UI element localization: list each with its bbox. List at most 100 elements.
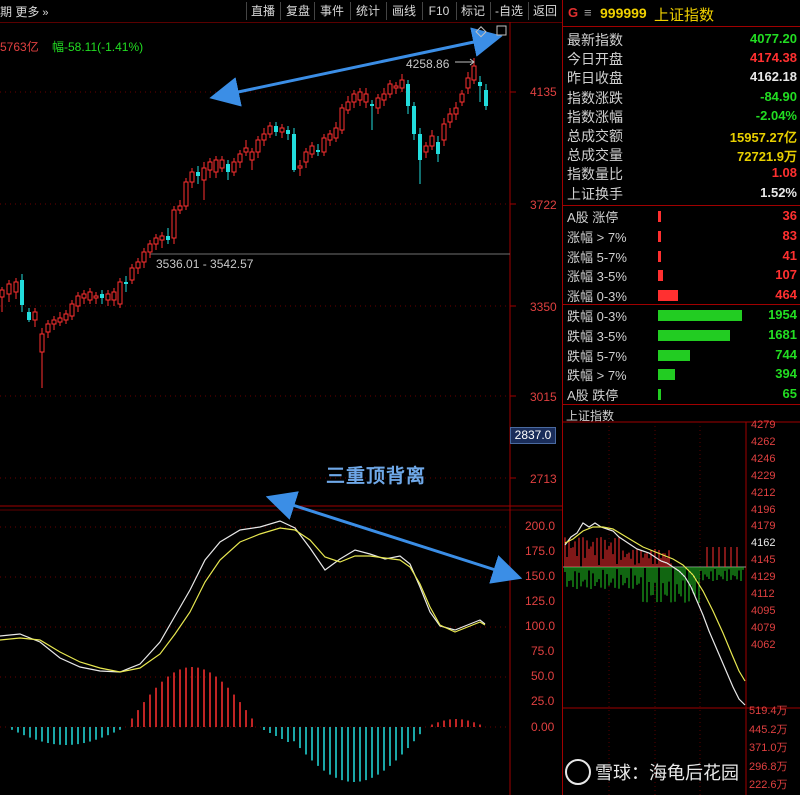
watermark-text: 雪球：海龟后花园 [595,763,739,783]
breadth-count: 1954 [768,307,797,322]
remove-watchlist-button[interactable]: -自选 [490,2,527,20]
volume-axis-label: 519.4万 [749,705,788,717]
divergence-label: 三重顶背离 [326,466,427,487]
panel-header: G ≡ 999999 上证指数 [563,0,800,27]
breadth-bar [658,290,679,302]
intraday-axis-label: 4246 [751,452,776,465]
intraday-axis-label: 4162 [751,537,776,550]
f10-button[interactable]: F10 [422,2,455,20]
macd-axis-label: 50.0 [531,669,555,683]
mark-button[interactable]: 标记 [456,2,489,20]
quote-value: -2.04% [755,107,797,123]
macd-dea-line [0,527,486,673]
quote-label: 今日开盘 [567,51,623,68]
intraday-axis-label: 4079 [751,621,776,634]
divergence-arrow-bottom [265,491,523,584]
macd-axis-label: 125.0 [525,594,556,608]
breadth-count: 1681 [768,326,797,342]
price-axis-label: 3350 [530,300,557,314]
chevron-right-icon[interactable]: » [42,7,48,19]
macd-axis-label: 200.0 [525,519,556,533]
breadth-label: 跌幅 > 7% [567,368,627,384]
intraday-axis-label: 4196 [751,503,776,516]
quote-label: 上证换手 [567,185,623,202]
intraday-axis-label: 4112 [751,588,775,600]
quote-label: 指数涨跌 [567,89,623,106]
breadth-bar [658,310,742,321]
crosshair-price-box: 2837.0 [510,427,556,444]
quote-label: 最新指数 [567,32,623,48]
breadth-label: 涨幅 5-7% [567,249,627,265]
change-readout: 幅-58.11(-1.41%) [52,40,144,54]
breadth-bar [658,211,661,222]
macd-axis-label: 175.0 [525,544,556,558]
quote-value: 4174.38 [750,50,797,66]
events-button[interactable]: 事件 [314,2,349,20]
intraday-axis-label: 4179 [751,520,776,533]
breadth-label: 涨幅 3-5% [567,269,627,285]
breadth-count: 464 [775,287,797,303]
breadth-label: 跌幅 3-5% [567,328,627,344]
quote-value: 1.52% [760,184,797,200]
volume-axis-label: 371.0万 [749,742,788,754]
quote-label: 指数量比 [567,166,623,183]
live-button[interactable]: 直播 [246,2,279,20]
toolbar: 期 更多» 直播 复盘 事件 统计 画线 F10 标记 -自选 返回 [0,0,562,23]
macd-axis-label: 0.00 [531,720,555,734]
period-label: 期 更多» [0,5,49,19]
breadth-count: 41 [782,247,797,263]
breadth-count: 83 [782,227,797,243]
macd-histogram [11,667,481,782]
breadth-bar [658,230,662,242]
menu-icon[interactable]: ≡ [584,5,592,20]
breadth-bar [658,270,663,282]
watermark: 雪球：海龟后花园 [563,755,800,787]
quote-label: 总成交量 [567,147,623,164]
high-price-label: 4258.86 [406,57,450,71]
price-axis-label: 3015 [530,390,557,404]
breadth-bar [658,329,731,341]
intraday-axis-label: 4262 [751,435,776,448]
breadth-bar [658,349,690,361]
intraday-axis-label: 4229 [751,469,776,482]
breadth-count: 65 [782,386,797,402]
snowball-logo-icon [565,759,591,785]
breadth-bar [658,389,661,401]
breadth-bar [658,250,661,262]
breadth-count: 36 [782,208,797,223]
macd-axis-label: 100.0 [525,619,556,633]
draw-button[interactable]: 画线 [386,2,421,20]
range-label: 3536.01 - 3542.57 [156,257,254,271]
macd-axis-label: 25.0 [531,694,555,708]
more-menu[interactable]: 更多 [15,5,39,19]
quote-value: 72721.9万 [737,149,797,165]
flag-icon[interactable]: G [568,5,578,20]
quote-value: 4077.20 [750,31,797,46]
intraday-chart[interactable]: 上证指数 4279 4262 4246 4229 4212 4196 4179 4162 414… [563,405,800,795]
quote-value: 4162.18 [750,69,797,85]
breadth-label: A股 跌停 [567,388,619,404]
quote-label: 昨日收盘 [567,70,623,87]
breadth-count: 744 [775,346,797,362]
breadth-label: 跌幅 0-3% [567,309,627,324]
back-button[interactable]: 返回 [528,2,561,20]
quote-label: 指数涨幅 [567,108,623,125]
quote-label: 总成交额 [567,128,623,144]
breadth-label: 跌幅 5-7% [567,348,627,364]
price-axis-label: 4135 [530,85,557,99]
price-axis-label: 3722 [530,198,557,212]
kline-chart[interactable]: 5763亿 幅-58.11(-1.41%) 4258.86 3536.01 - … [0,22,562,795]
candlesticks [0,58,488,388]
stats-button[interactable]: 统计 [350,2,385,20]
quote-value: 15957.27亿 [729,130,797,145]
amount-readout: 5763亿 [0,40,39,54]
breadth-label: A股 涨停 [567,210,619,225]
volume-axis-label: 445.2万 [749,723,788,736]
quote-value: -84.90 [760,88,797,104]
intraday-axis-label: 4129 [751,571,776,584]
macd-axis-label: 150.0 [525,569,556,583]
macd-axis-label: 75.0 [531,644,555,658]
price-axis-label: 2713 [530,472,557,486]
replay-button[interactable]: 复盘 [280,2,315,20]
breadth-count: 107 [775,267,797,283]
